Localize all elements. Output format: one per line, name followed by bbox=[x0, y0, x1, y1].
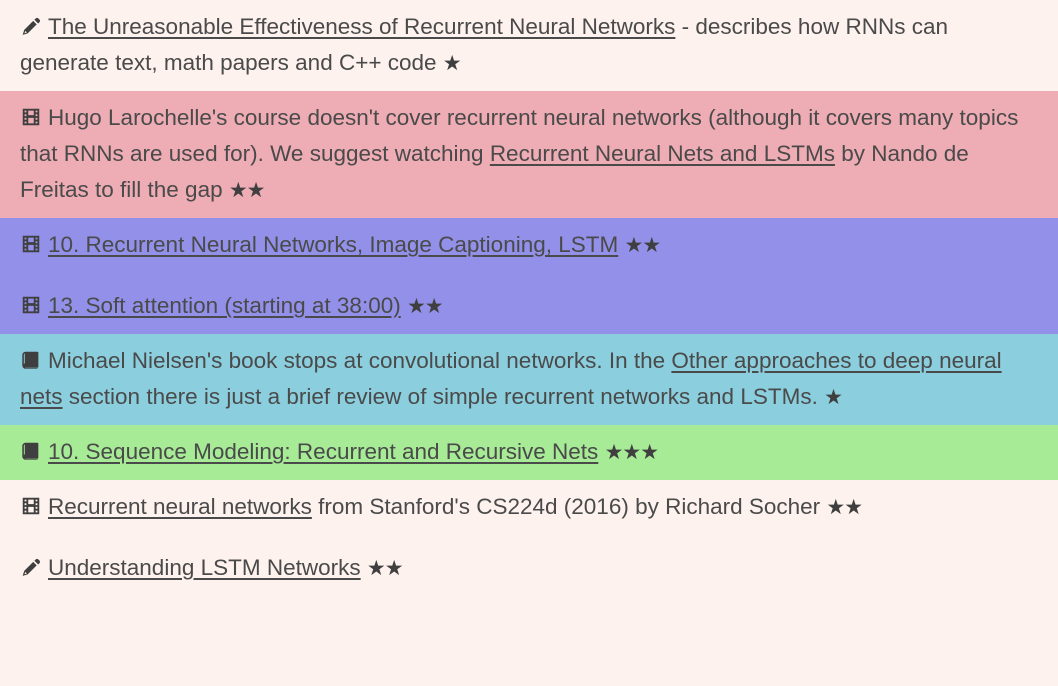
resource-link[interactable]: Recurrent Neural Nets and LSTMs bbox=[490, 141, 835, 166]
resource-link[interactable]: 10. Sequence Modeling: Recurrent and Rec… bbox=[48, 439, 598, 464]
resource-entry: 10. Recurrent Neural Networks, Image Cap… bbox=[20, 227, 1040, 264]
pencil-icon bbox=[20, 556, 42, 578]
resource-band-plain-bottom: Recurrent neural networks from Stanford'… bbox=[0, 480, 1058, 596]
star-rating: ★★ bbox=[228, 179, 266, 202]
star-rating: ★★ bbox=[826, 496, 863, 519]
resource-band-plain-top: The Unreasonable Effectiveness of Recurr… bbox=[0, 0, 1058, 91]
resource-band-green: 10. Sequence Modeling: Recurrent and Rec… bbox=[0, 425, 1058, 480]
star-rating: ★ bbox=[442, 52, 462, 75]
star-rating: ★★★ bbox=[604, 441, 659, 464]
resource-band-purple: 10. Recurrent Neural Networks, Image Cap… bbox=[0, 218, 1058, 334]
resource-description-before: Michael Nielsen's book stops at convolut… bbox=[48, 348, 672, 373]
film-icon bbox=[20, 294, 42, 316]
resource-link[interactable]: 10. Recurrent Neural Networks, Image Cap… bbox=[48, 232, 618, 257]
star-rating: ★ bbox=[824, 386, 843, 409]
book-icon bbox=[20, 349, 42, 371]
resource-list-page: The Unreasonable Effectiveness of Recurr… bbox=[0, 0, 1058, 686]
resource-band-pink: Hugo Larochelle's course doesn't cover r… bbox=[0, 91, 1058, 218]
resource-entry: Understanding LSTM Networks ★★ bbox=[20, 550, 1040, 587]
resource-link[interactable]: 13. Soft attention (starting at 38:00) bbox=[48, 293, 401, 318]
star-rating: ★★ bbox=[366, 557, 404, 580]
resource-link[interactable]: Understanding LSTM Networks bbox=[48, 555, 361, 580]
pencil-icon bbox=[20, 15, 42, 37]
resource-description: from Stanford's CS224d (2016) by Richard… bbox=[311, 494, 827, 519]
star-rating: ★★ bbox=[406, 295, 444, 318]
resource-entry: Michael Nielsen's book stops at convolut… bbox=[20, 343, 1040, 416]
resource-entry: The Unreasonable Effectiveness of Recurr… bbox=[20, 9, 1040, 82]
book-icon bbox=[20, 440, 42, 462]
resource-link[interactable]: Recurrent neural networks bbox=[48, 494, 312, 519]
resource-link[interactable]: The Unreasonable Effectiveness of Recurr… bbox=[48, 14, 675, 39]
resource-entry: Hugo Larochelle's course doesn't cover r… bbox=[20, 100, 1040, 209]
film-icon bbox=[20, 233, 42, 255]
film-icon bbox=[20, 495, 42, 517]
film-icon bbox=[20, 106, 42, 128]
resource-entry: Recurrent neural networks from Stanford'… bbox=[20, 489, 1040, 526]
resource-band-cyan: Michael Nielsen's book stops at convolut… bbox=[0, 334, 1058, 425]
resource-entry: 10. Sequence Modeling: Recurrent and Rec… bbox=[20, 434, 1040, 471]
star-rating: ★★ bbox=[624, 234, 662, 257]
resource-entry: 13. Soft attention (starting at 38:00) ★… bbox=[20, 288, 1040, 325]
resource-description-after: section there is just a brief review of … bbox=[62, 384, 825, 409]
